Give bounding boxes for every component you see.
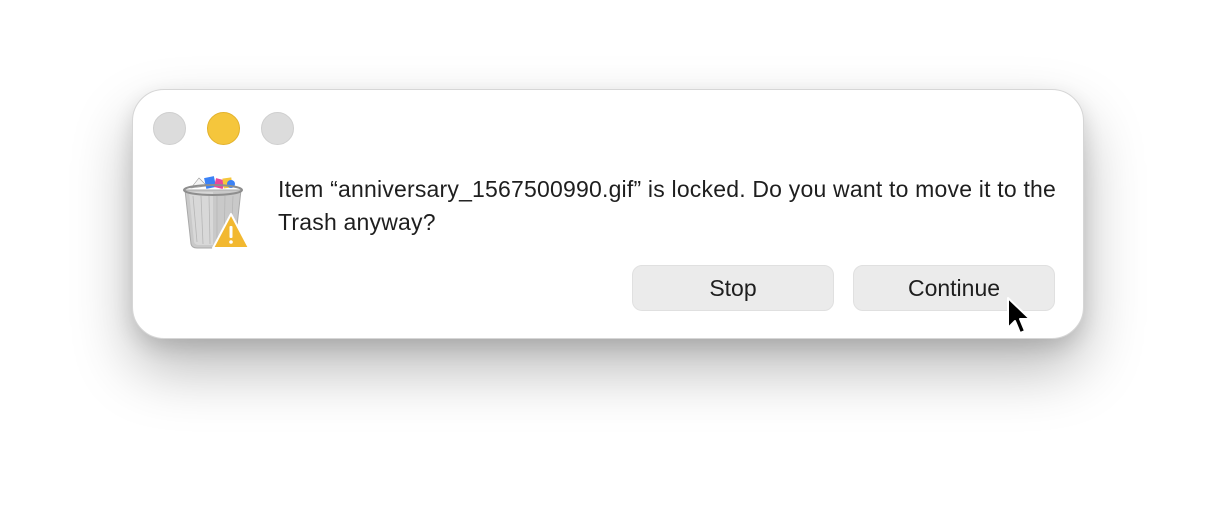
zoom-button[interactable] [261, 112, 294, 145]
stop-button[interactable]: Stop [632, 265, 834, 311]
stop-button-label: Stop [709, 274, 757, 301]
minimize-button[interactable] [207, 112, 240, 145]
close-button[interactable] [153, 112, 186, 145]
trash-locked-warning-icon [183, 176, 250, 249]
desktop-background: Item “anniversary_1567500990.gif” is loc… [0, 0, 1216, 514]
alert-dialog: Item “anniversary_1567500990.gif” is loc… [132, 89, 1084, 339]
alert-message: Item “anniversary_1567500990.gif” is loc… [278, 176, 1057, 235]
continue-button-label: Continue [907, 274, 1001, 301]
mouse-pointer-icon [1007, 297, 1031, 334]
